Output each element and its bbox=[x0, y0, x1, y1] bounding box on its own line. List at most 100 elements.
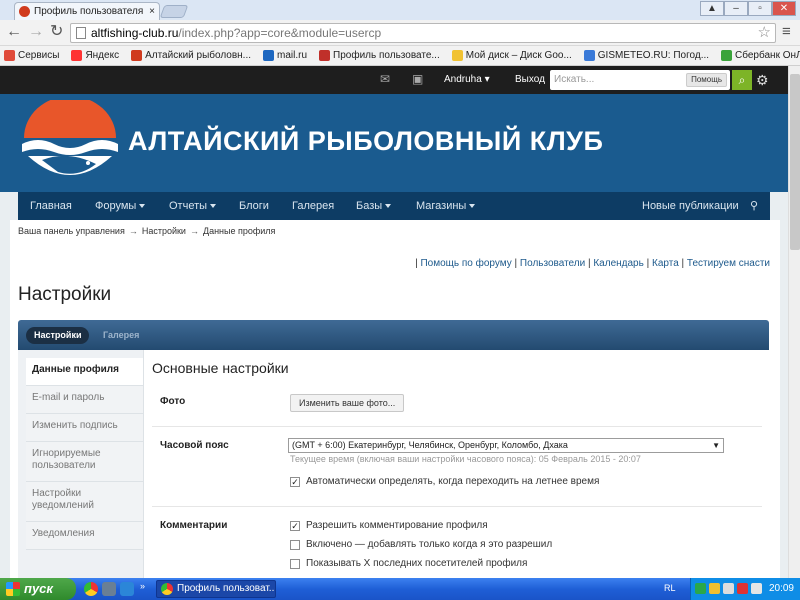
map-pin-icon[interactable]: ⚲ bbox=[750, 192, 758, 220]
chevron-down-icon bbox=[210, 204, 217, 209]
start-button[interactable]: пуск bbox=[0, 578, 76, 600]
nav-blogs[interactable]: Блоги bbox=[239, 192, 269, 220]
settings-main: Основные настройки Фото Изменить ваше фо… bbox=[143, 350, 769, 578]
timezone-select[interactable]: (GMT + 6:00) Екатеринбург, Челябинск, Ор… bbox=[288, 438, 724, 453]
site-title[interactable]: АЛТАЙСКИЙ РЫБОЛОВНЫЙ КЛУБ bbox=[128, 126, 603, 157]
chevron-down-icon: ▼ bbox=[712, 441, 720, 450]
tray-network-icon[interactable] bbox=[709, 583, 720, 594]
search-help-button[interactable]: Помощь bbox=[686, 73, 727, 87]
ie-quicklaunch-icon[interactable] bbox=[120, 582, 134, 596]
comment-option[interactable]: Включено — добавлять только когда я это … bbox=[290, 539, 552, 550]
back-icon[interactable]: ← bbox=[6, 23, 22, 41]
explorer-quicklaunch-icon[interactable] bbox=[102, 582, 116, 596]
tab-gallery[interactable]: Галерея bbox=[103, 327, 139, 344]
user-menu[interactable]: Andruha ▾ bbox=[444, 74, 490, 85]
bookmark-item[interactable]: Сервисы bbox=[4, 50, 59, 61]
browser-titlebar: Профиль пользователя - А × ▲ – ▫ ✕ bbox=[0, 0, 800, 20]
chrome-quicklaunch-icon[interactable] bbox=[84, 582, 98, 596]
nav-home[interactable]: Главная bbox=[30, 192, 72, 220]
reload-icon[interactable]: ↻ bbox=[50, 23, 63, 41]
site-header: АЛТАЙСКИЙ РЫБОЛОВНЫЙ КЛУБ bbox=[0, 94, 788, 192]
bookmark-favicon-icon bbox=[131, 50, 143, 61]
bookmark-item[interactable]: Мой диск – Диск Goo... bbox=[451, 50, 572, 61]
logout-link[interactable]: Выход bbox=[515, 74, 545, 85]
nav-shops[interactable]: Магазины bbox=[416, 192, 476, 220]
bookmark-favicon-icon bbox=[71, 50, 83, 61]
dst-checkbox[interactable]: ✓ bbox=[290, 476, 300, 487]
bookmark-label: Сбербанк ОнЛ@йн bbox=[735, 50, 800, 61]
photo-label: Фото bbox=[160, 396, 186, 407]
breadcrumb: Ваша панель управления → Настройки → Данные … bbox=[18, 226, 276, 236]
sidemenu-notifications[interactable]: Уведомления bbox=[26, 522, 143, 550]
bookmark-favicon-icon bbox=[263, 50, 275, 61]
bookmark-item[interactable]: Сбербанк ОнЛ@йн bbox=[721, 50, 800, 61]
browser-tab[interactable]: Профиль пользователя - А × bbox=[14, 2, 160, 20]
close-window-button[interactable]: ✕ bbox=[772, 1, 796, 16]
url-input[interactable]: altfishing-club.ru/index.php?app=core&mo… bbox=[70, 23, 776, 43]
bookmark-favicon-icon bbox=[721, 50, 733, 61]
quicklaunch-more-icon[interactable]: » bbox=[140, 581, 145, 591]
sidemenu-email-password[interactable]: E-mail и пароль bbox=[26, 386, 143, 414]
sidemenu-profile-data[interactable]: Данные профиля bbox=[26, 358, 143, 386]
scrollbar-thumb[interactable] bbox=[790, 74, 800, 250]
breadcrumb-item[interactable]: Ваша панель управления bbox=[18, 226, 125, 236]
bookmark-item[interactable]: Профиль пользовате... bbox=[319, 50, 440, 61]
search-button[interactable]: ⌕ bbox=[732, 70, 752, 90]
user-icon[interactable]: ▲ bbox=[700, 1, 724, 16]
comment-checkbox[interactable] bbox=[290, 558, 300, 569]
link-members[interactable]: Пользователи bbox=[520, 258, 585, 269]
taskbar-task-chrome[interactable]: Профиль пользоват... bbox=[156, 580, 276, 598]
breadcrumb-item[interactable]: Настройки bbox=[142, 226, 186, 236]
tray-misc-icon[interactable] bbox=[751, 583, 762, 594]
link-help[interactable]: Помощь по форуму bbox=[420, 258, 511, 269]
tray-volume-icon[interactable] bbox=[723, 583, 734, 594]
comment-option[interactable]: ✓ Разрешить комментирование профиля bbox=[290, 520, 488, 531]
minimize-button[interactable]: – bbox=[724, 1, 748, 16]
fish-logo-icon[interactable] bbox=[18, 100, 122, 192]
divider bbox=[152, 506, 762, 507]
comment-option[interactable]: Показывать X последних посетителей профи… bbox=[290, 558, 527, 569]
change-photo-button[interactable]: Изменить ваше фото... bbox=[290, 394, 405, 412]
link-map[interactable]: Карта bbox=[652, 258, 679, 269]
notifications-icon[interactable]: ▣ bbox=[412, 72, 426, 86]
bookmark-item[interactable]: Алтайский рыболовн... bbox=[131, 50, 251, 61]
task-label: Профиль пользоват... bbox=[177, 583, 276, 594]
nav-gallery[interactable]: Галерея bbox=[292, 192, 334, 220]
language-indicator[interactable]: RL bbox=[664, 583, 676, 593]
tray-antivirus-icon[interactable] bbox=[737, 583, 748, 594]
bookmark-item[interactable]: mail.ru bbox=[263, 50, 307, 61]
bookmark-item[interactable]: Яндекс bbox=[71, 50, 119, 61]
url-host: altfishing-club.ru bbox=[91, 26, 179, 40]
breadcrumb-item[interactable]: Данные профиля bbox=[203, 226, 275, 236]
dst-option[interactable]: ✓ Автоматически определять, когда перехо… bbox=[290, 476, 599, 487]
nav-new-posts[interactable]: Новые публикации bbox=[642, 192, 739, 220]
nav-forums[interactable]: Форумы bbox=[95, 192, 146, 220]
search-input[interactable]: Искать... Помощь bbox=[550, 70, 730, 90]
nav-bases[interactable]: Базы bbox=[356, 192, 392, 220]
page-scrollbar[interactable] bbox=[788, 66, 800, 578]
sidemenu-ignored-users[interactable]: Игнорируемые пользователи bbox=[26, 442, 143, 482]
maximize-button[interactable]: ▫ bbox=[748, 1, 772, 16]
comment-checkbox[interactable]: ✓ bbox=[290, 520, 300, 531]
link-calendar[interactable]: Календарь bbox=[593, 258, 643, 269]
new-tab-button[interactable] bbox=[159, 5, 189, 18]
sidemenu-notification-settings[interactable]: Настройки уведомлений bbox=[26, 482, 143, 522]
page-icon bbox=[76, 27, 86, 39]
comment-option-label: Включено — добавлять только когда я это … bbox=[306, 539, 553, 550]
comment-option-label: Разрешить комментирование профиля bbox=[306, 520, 488, 531]
nav-reports[interactable]: Отчеты bbox=[169, 192, 217, 220]
messages-icon[interactable]: ✉ bbox=[380, 72, 394, 86]
start-label: пуск bbox=[24, 581, 53, 596]
gear-icon[interactable]: ⚙ bbox=[756, 72, 769, 89]
bookmark-label: mail.ru bbox=[277, 50, 308, 61]
link-gear-test[interactable]: Тестируем снасти bbox=[687, 258, 770, 269]
comment-checkbox[interactable] bbox=[290, 539, 300, 550]
tray-app-icon[interactable] bbox=[695, 583, 706, 594]
tab-settings[interactable]: Настройки bbox=[26, 327, 90, 344]
chrome-menu-icon[interactable]: ≡ bbox=[782, 23, 791, 40]
sidemenu-signature[interactable]: Изменить подпись bbox=[26, 414, 143, 442]
forward-icon[interactable]: → bbox=[28, 23, 44, 41]
bookmark-item[interactable]: GISMETEO.RU: Погод... bbox=[583, 50, 709, 61]
tab-close-icon[interactable]: × bbox=[149, 6, 155, 17]
bookmark-star-icon[interactable]: ☆ bbox=[758, 24, 771, 42]
